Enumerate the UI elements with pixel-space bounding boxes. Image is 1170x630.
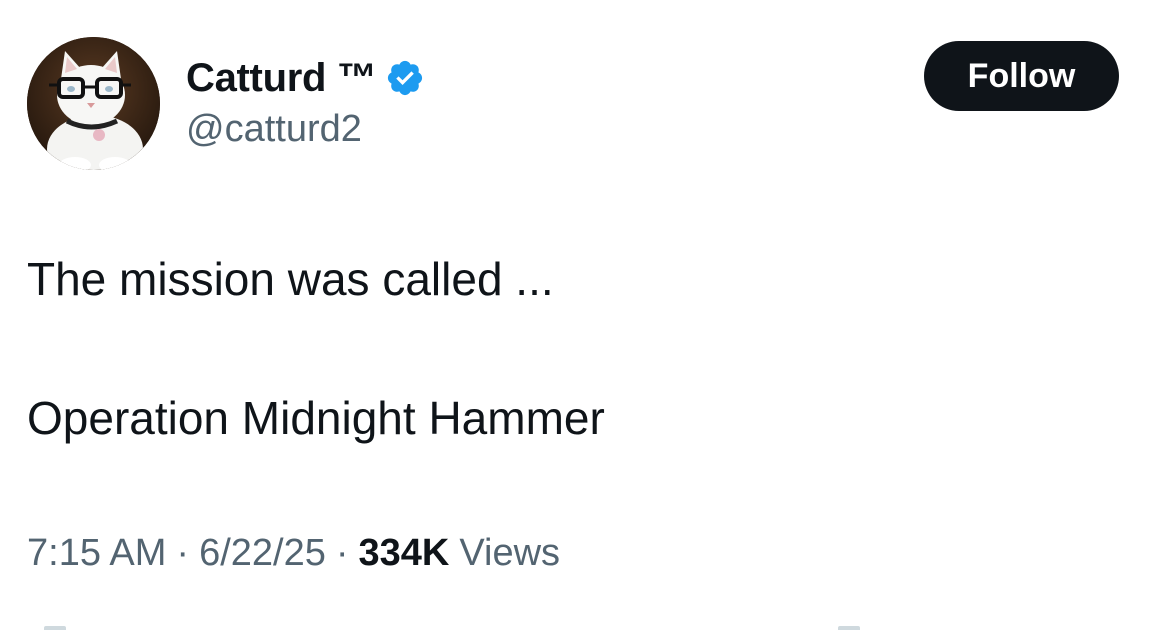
tweet-text-line: The mission was called ... bbox=[27, 253, 554, 305]
tweet-meta: 7:15 AM · 6/22/25 · 334K Views bbox=[27, 532, 560, 575]
verified-badge-icon[interactable] bbox=[385, 58, 425, 98]
views-label[interactable]: Views bbox=[459, 532, 560, 575]
author-handle[interactable]: @catturd2 bbox=[186, 108, 362, 151]
action-icon-hint bbox=[44, 626, 66, 630]
action-icon-hint bbox=[838, 626, 860, 630]
tweet-date[interactable]: 6/22/25 bbox=[199, 532, 326, 575]
cat-avatar-icon bbox=[27, 37, 160, 170]
tweet-card: Catturd ™ @catturd2 Follow The mission w… bbox=[0, 0, 1170, 630]
follow-button[interactable]: Follow bbox=[924, 41, 1119, 111]
author-display-name[interactable]: Catturd ™ bbox=[186, 56, 377, 101]
tweet-time[interactable]: 7:15 AM bbox=[27, 532, 166, 575]
avatar[interactable] bbox=[27, 37, 160, 170]
tweet-text-line: Operation Midnight Hammer bbox=[27, 392, 605, 444]
author-name-row[interactable]: Catturd ™ bbox=[186, 52, 425, 104]
meta-separator: · bbox=[176, 532, 190, 574]
views-count[interactable]: 334K bbox=[359, 532, 450, 575]
meta-separator: · bbox=[335, 532, 349, 574]
